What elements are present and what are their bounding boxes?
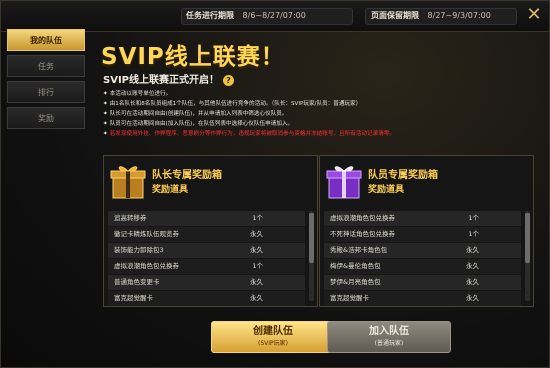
help-icon[interactable]: ? [223,74,234,86]
item-name: 不死神话角色包兑换券 [330,230,395,238]
star-icon: ✦ [103,121,108,127]
item-duration: 永久 [466,294,479,302]
item-duration: 1个 [252,262,263,270]
scrollbar-thumb[interactable] [525,213,530,263]
rule-text: 本活动以账号单位进行。 [109,91,172,97]
item-name: 秀殿&浩邦卡角色包 [330,246,388,254]
item-duration: 永久 [250,278,263,286]
item-name: 虚拟浪潮角色包兑换券 [114,262,179,270]
star-icon: ✦ [103,101,108,107]
task-period-label: 任务进行期限 [186,11,234,20]
star-icon: ✦ [103,91,108,97]
box-subtitle: 奖励道具 [368,185,405,195]
rule-item: ✦ 由1名队长和8名队员组成1个队伍，与其他队伍进行竞争的活动。（队长：SVIP玩… [103,99,541,109]
join-team-button[interactable]: 加入队伍 (普通玩家) [327,321,451,353]
item-name: 装饰能力卸除包3 [114,246,164,254]
create-team-label: 创建队伍 [253,326,293,337]
item-name: 普通角色变更卡 [114,278,160,286]
rule-text: 由1名队长和8名队员组成1个队伍，与其他队伍进行竞争的活动。（队长：SVIP玩家… [109,101,362,107]
page-subtitle: SVIP线上联赛正式开启！? [103,71,234,86]
leader-reward-box: 队长专属奖励箱 奖励道具 追高转移券 1个 徽记卡精炼队伍观览券 永久 装饰能力卸除… [103,155,318,307]
page-period-value: 8/27~9/3/07:00 [427,11,491,20]
star-icon: ✦ [103,131,108,137]
sidebar: 我的队伍 任务 排行 奖励 [7,29,87,133]
item-duration: 1个 [468,230,479,238]
list-item: 徽记卡精炼队伍观览券 永久 [108,227,305,242]
scrollbar-thumb[interactable] [309,213,314,263]
rule-warning: ✦ 若发现使用外挂、作弊程序、恶意刷分等作弊行为，违规玩家将被取消参与资格并冻结账… [103,129,541,139]
list-item: 梅伊&曼伦角色包 永久 [324,259,521,274]
member-reward-box: 队员专属奖励箱 奖励道具 虚拟浪潮角色包兑换券 1个 不死神话角色包兑换券 1个 秀… [319,155,534,307]
item-duration: 永久 [250,294,263,302]
box-title: 队员专属奖励箱 [368,170,438,181]
rule-text: 若发现使用外挂、作弊程序、恶意刷分等作弊行为，违规玩家将被取消参与资格并冻结账号… [109,131,395,137]
box-header: 队长专属奖励箱 奖励道具 [104,156,317,206]
item-name: 追高转移券 [114,214,147,222]
item-name: 梦伊&月亮角色包 [330,278,381,286]
top-bar: 任务进行期限 8/6~8/27/07:00 页面保留期限 8/27~9/3/07… [1,1,549,32]
list-item: 装饰能力卸除包3 永久 [108,243,305,258]
box-title: 队长专属奖励箱 [152,170,222,181]
list-item: 普通角色变更卡 永久 [108,275,305,290]
tab-tasks[interactable]: 任务 [7,55,85,77]
list-item: 富克超觉醒卡 永久 [324,291,521,306]
reward-list: 追高转移券 1个 徽记卡精炼队伍观览券 永久 装饰能力卸除包3 永久 虚拟浪潮角色包兑… [108,211,305,307]
gold-gift-icon [110,166,146,199]
item-name: 梅伊&曼伦角色包 [330,262,381,270]
page-title: SVIP线上联赛！ [101,44,285,70]
purple-gift-icon [326,166,362,199]
list-item: 秀殿&浩邦卡角色包 永久 [324,243,521,258]
tab-ranking[interactable]: 排行 [7,81,85,103]
item-duration: 1个 [252,214,263,222]
item-duration: 永久 [466,246,479,254]
list-item: 追高转移券 1个 [108,211,305,226]
page-period-label: 页面保留期限 [371,11,419,20]
rules-list: ✦ 本活动以账号单位进行。 ✦ 由1名队长和8名队员组成1个队伍，与其他队伍进行竞争… [103,89,541,139]
scrollbar[interactable] [309,211,314,301]
item-name: 富克超觉醒卡 [114,294,153,302]
item-duration: 永久 [250,230,263,238]
star-icon: ✦ [103,111,108,117]
list-item: 富克超觉醒卡 永久 [108,291,305,306]
tab-my-team[interactable]: 我的队伍 [7,29,85,51]
item-duration: 1个 [468,214,479,222]
rule-item: ✦ 队长可在活动期间自由(创建队伍)，并从申请加入列表中筛选心仪队员。 [103,109,541,119]
join-team-label: 加入队伍 [369,326,409,337]
item-name: 虚拟浪潮角色包兑换券 [330,214,395,222]
join-team-sub: (普通玩家) [374,340,404,347]
list-item: 虚拟浪潮角色包兑换券 1个 [108,259,305,274]
item-duration: 永久 [466,262,479,270]
rule-text: 队长可在活动期间自由(创建队伍)，并从申请加入列表中筛选心仪队员。 [109,111,288,117]
item-name: 富克超觉醒卡 [330,294,369,302]
create-team-button[interactable]: 创建队伍 (SVIP玩家) [211,321,335,353]
task-period: 任务进行期限 8/6~8/27/07:00 [186,8,306,23]
scrollbar[interactable] [525,211,530,301]
page-period: 页面保留期限 8/27~9/3/07:00 [371,8,491,23]
tab-rewards[interactable]: 奖励 [7,107,85,129]
main-panel: SVIP线上联赛！ SVIP线上联赛正式开启！? ✦ 本活动以账号单位进行。 ✦ 由… [95,31,543,361]
task-period-value: 8/6~8/27/07:00 [242,11,306,20]
box-subtitle: 奖励道具 [152,185,189,195]
list-item: 不死神话角色包兑换券 1个 [324,227,521,242]
item-duration: 永久 [466,278,479,286]
reward-list: 虚拟浪潮角色包兑换券 1个 不死神话角色包兑换券 1个 秀殿&浩邦卡角色包 永久 梅伊… [324,211,521,307]
list-item: 梦伊&月亮角色包 永久 [324,275,521,290]
list-item: 虚拟浪潮角色包兑换券 1个 [324,211,521,226]
rule-text: 队员可在活动期间自由(加入队伍)，在队伍列表中选择心仪队伍申请加入。 [109,121,294,127]
rule-item: ✦ 队员可在活动期间自由(加入队伍)，在队伍列表中选择心仪队伍申请加入。 [103,119,541,129]
box-header: 队员专属奖励箱 奖励道具 [320,156,533,206]
event-window: 任务进行期限 8/6~8/27/07:00 页面保留期限 8/27~9/3/07… [0,0,550,368]
item-name: 徽记卡精炼队伍观览券 [114,230,179,238]
create-team-sub: (SVIP玩家) [258,340,288,347]
rule-item: ✦ 本活动以账号单位进行。 [103,89,541,99]
close-icon[interactable]: ✕ [525,6,543,24]
item-duration: 永久 [250,246,263,254]
subtitle-text: SVIP线上联赛正式开启！ [103,75,219,86]
